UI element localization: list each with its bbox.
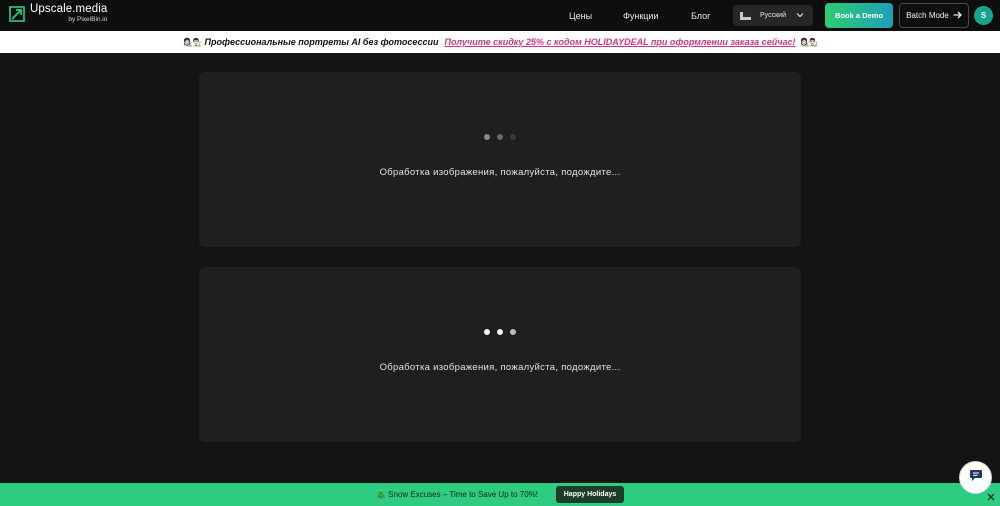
processing-status: Обработка изображения, пожалуйста, подож… [379,362,621,373]
loading-dots [199,134,801,140]
loading-dot [484,134,490,140]
language-label: Русский [760,12,786,19]
artist-emoji-icon-end: 👩🏻‍🎨👨🏻‍🎨 [799,37,818,47]
page: Upscale.media by PixelBin.io Цены Функци… [0,0,1000,506]
upscale-logo-icon [9,5,25,22]
processing-panel: Обработка изображения, пожалуйста, подож… [199,267,801,442]
top-header: Upscale.media by PixelBin.io Цены Функци… [0,0,1000,31]
processing-panel: Обработка изображения, пожалуйста, подож… [199,72,801,247]
logo-subtitle: by PixelBin.io [68,15,108,23]
holiday-banner-text: 🎄 Snow Excuses – Time to Save Up to 70%! [375,490,539,499]
chat-icon [969,469,983,487]
user-avatar[interactable]: S [974,6,993,25]
loading-dots [199,329,801,335]
flag-icon [740,11,751,20]
logo[interactable]: Upscale.media by PixelBin.io [9,3,108,23]
loading-dot [510,329,516,335]
close-icon[interactable] [986,489,996,501]
promo-bar: 👩🏻‍🎨👨🏻‍🎨 Профессиональные портреты AI бе… [0,31,1000,53]
loading-dot [484,329,490,335]
loading-dot [497,134,503,140]
batch-mode-button[interactable]: Batch Mode [899,3,969,28]
promo-link[interactable]: Получите скидку 25% с кодом HOLIDAYDEAL … [445,37,796,47]
promo-text: Профессиональные портреты AI без фотосес… [204,37,439,47]
loading-dot [497,329,503,335]
loading-dot [510,134,516,140]
batch-mode-label: Batch Mode [906,11,949,20]
artist-emoji-icon: 👩🏻‍🎨👨🏻‍🎨 [182,37,202,47]
nav-prices[interactable]: Цены [569,0,592,31]
chat-button[interactable] [960,462,991,493]
nav-blog[interactable]: Блог [691,0,710,31]
holiday-banner: 🎄 Snow Excuses – Time to Save Up to 70%!… [0,483,1000,506]
language-selector[interactable]: Русский [733,5,813,26]
logo-title: Upscale.media [30,3,108,15]
arrow-right-icon [953,11,962,21]
processing-status: Обработка изображения, пожалуйста, подож… [379,167,621,178]
happy-holidays-button[interactable]: Happy Holidays [556,486,625,503]
chevron-down-icon [796,11,804,19]
nav-features[interactable]: Функции [623,0,658,31]
book-demo-button[interactable]: Book a Demo [825,3,893,28]
